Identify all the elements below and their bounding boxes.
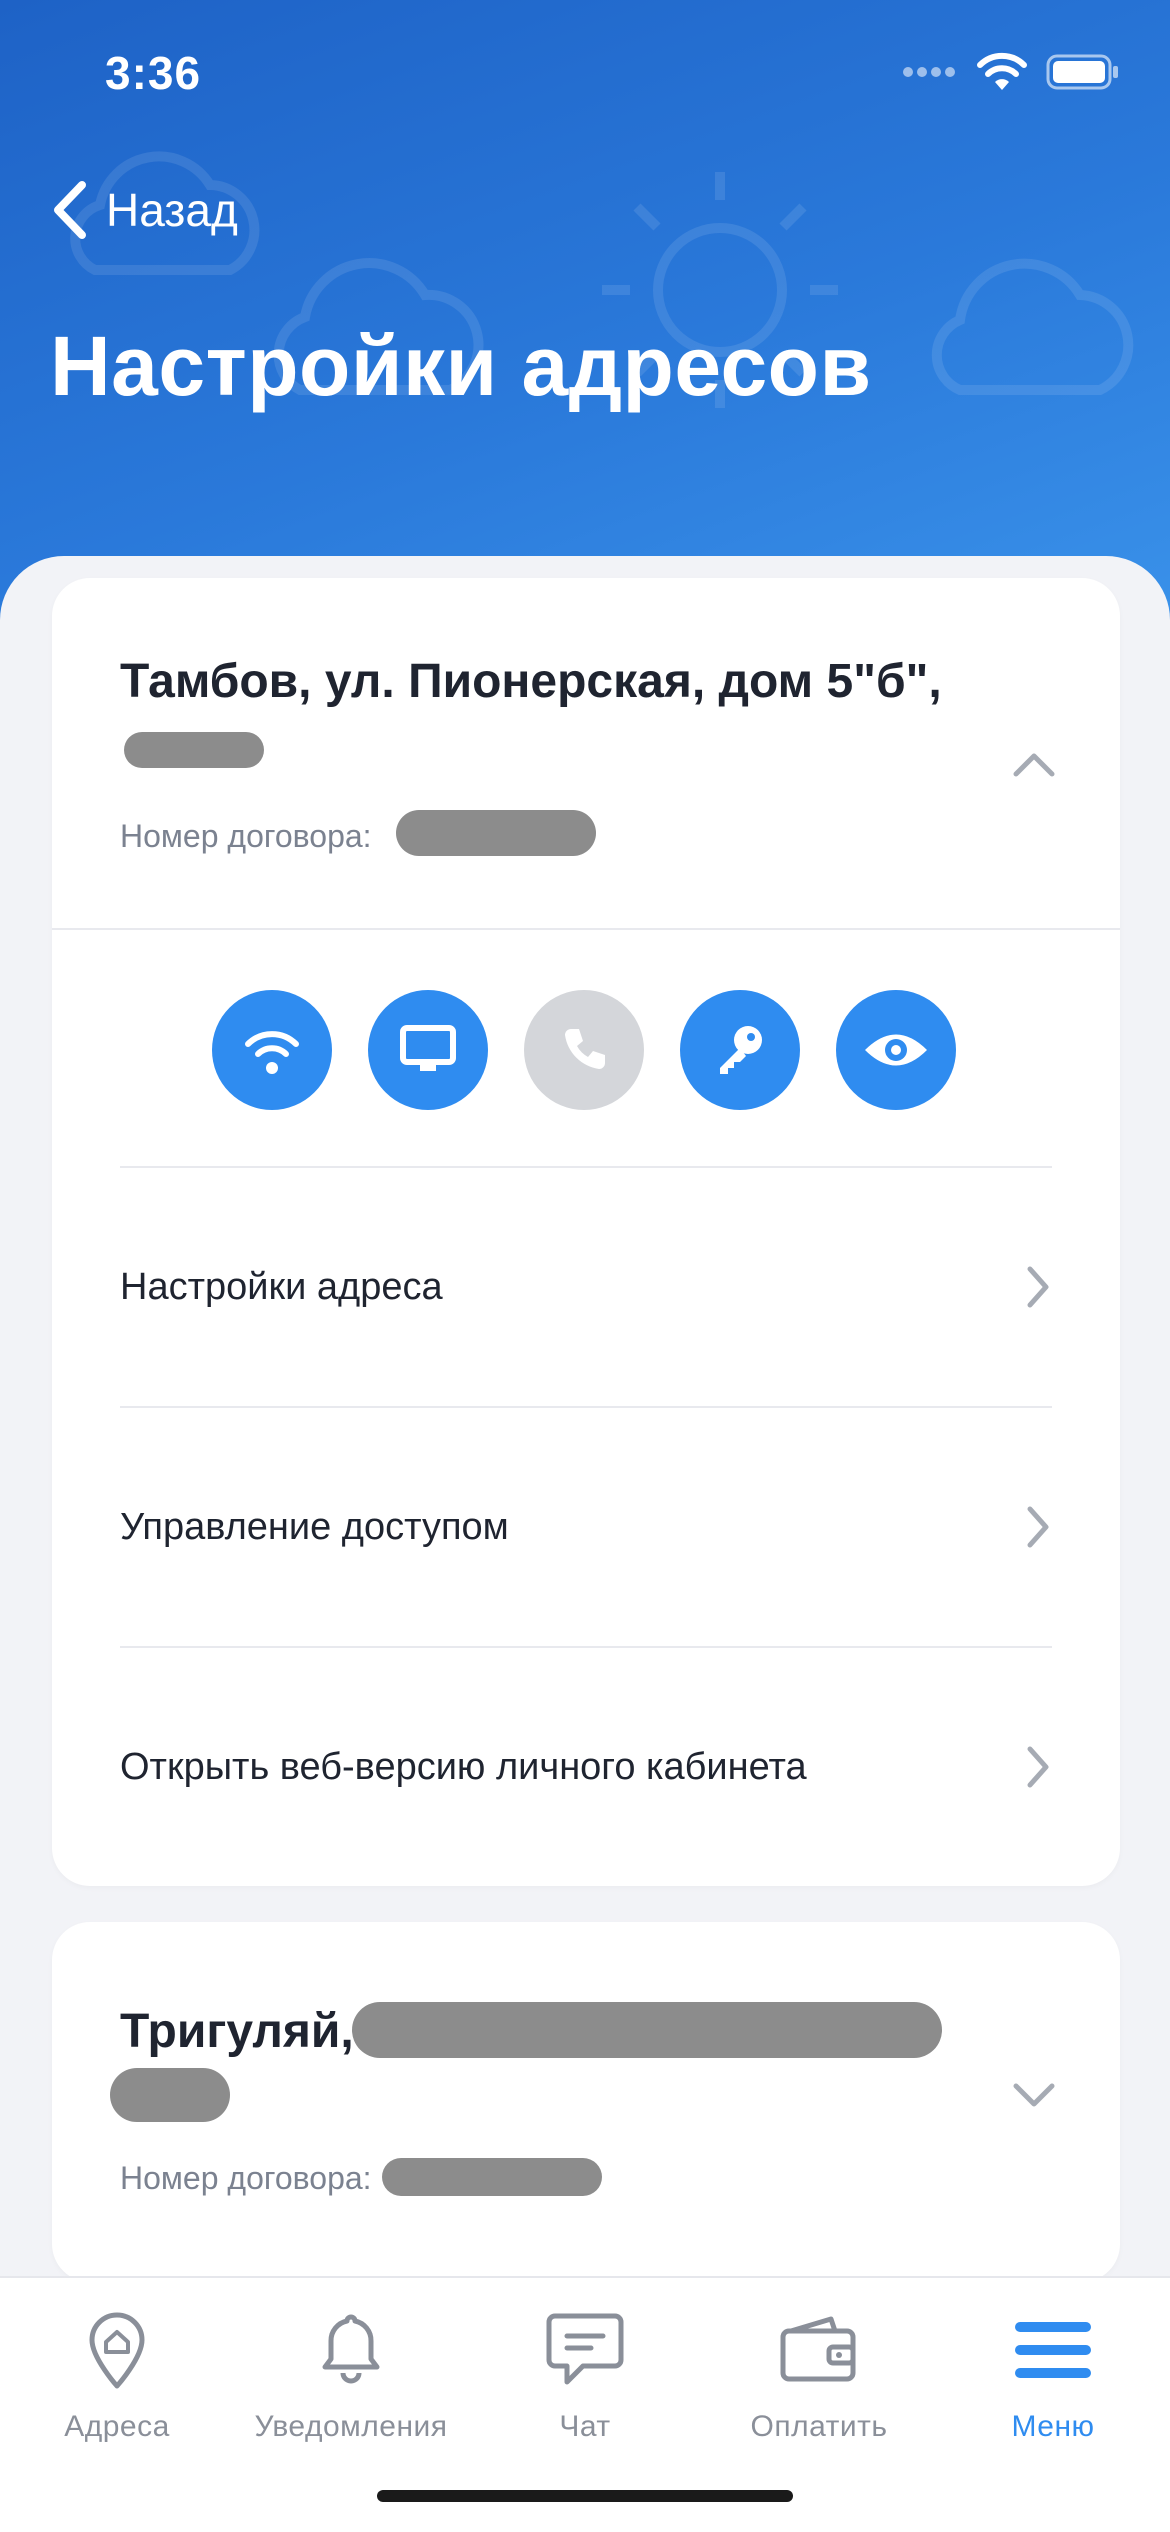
contract-label: Номер договора: (120, 2160, 372, 2196)
status-bar: 3:36 (0, 0, 1170, 150)
status-icons (902, 50, 1120, 94)
header: 3:36 Назад Настройки адресов (0, 0, 1170, 640)
wifi-status-icon (977, 52, 1027, 90)
tab-label: Уведомления (254, 2410, 448, 2443)
wallet-icon (780, 2316, 856, 2382)
address-pin-icon (89, 2312, 145, 2389)
tab-label: Адреса (64, 2410, 170, 2443)
wifi-icon (245, 1031, 299, 1074)
service-icons (212, 990, 956, 1110)
menu-item-label: Открыть веб-версию личного кабинета (120, 1745, 807, 1788)
divider (52, 928, 1120, 930)
menu-item-access-control[interactable]: Управление доступом (120, 1408, 1052, 1646)
address-card: Тамбов, ул. Пионерская, дом 5"б", Номер … (52, 578, 1120, 1886)
chat-icon (546, 2313, 624, 2385)
chevron-right-icon (1027, 1266, 1049, 1308)
bell-icon (322, 2314, 380, 2384)
redacted-text (382, 2158, 602, 2196)
menu-item-label: Управление доступом (120, 1505, 509, 1548)
chevron-right-icon (1027, 1506, 1049, 1548)
service-tv-button[interactable] (368, 990, 488, 1110)
tab-label: Оплатить (750, 2410, 888, 2443)
chevron-left-icon (54, 181, 86, 239)
address-card-header[interactable]: Тамбов, ул. Пионерская, дом 5"б", Номер … (52, 578, 1120, 928)
signal-dots-icon (903, 67, 955, 77)
service-video-button[interactable] (836, 990, 956, 1110)
tab-menu[interactable]: Меню (936, 2304, 1170, 2464)
phone-icon (565, 1029, 605, 1069)
service-phone-button[interactable] (524, 990, 644, 1110)
tab-addresses[interactable]: Адреса (0, 2304, 234, 2464)
tab-label: Меню (1011, 2410, 1095, 2443)
menu-item-label: Настройки адреса (120, 1265, 443, 1308)
redacted-text (110, 2068, 230, 2122)
tab-notifications[interactable]: Уведомления (234, 2304, 468, 2464)
address-title: Тамбов, ул. Пионерская, дом 5"б", (120, 655, 942, 708)
service-internet-button[interactable] (212, 990, 332, 1110)
contract-label: Номер договора: (120, 818, 372, 854)
tab-pay[interactable]: Оплатить (702, 2304, 936, 2464)
tv-icon (400, 1025, 456, 1071)
home-indicator (377, 2490, 793, 2502)
back-button[interactable]: Назад (48, 170, 238, 250)
chevron-right-icon (1027, 1746, 1049, 1788)
service-intercom-button[interactable] (680, 990, 800, 1110)
status-time: 3:36 (105, 47, 202, 99)
tab-chat[interactable]: Чат (468, 2304, 702, 2464)
chevron-up-icon[interactable] (1012, 748, 1056, 778)
redacted-text (396, 810, 596, 856)
battery-icon (1046, 54, 1118, 90)
menu-icon (1015, 2322, 1091, 2378)
redacted-text (124, 732, 264, 768)
address-card[interactable]: Тригуляй, Номер договора: (52, 1922, 1120, 2282)
chevron-down-icon[interactable] (1012, 2082, 1056, 2112)
key-icon (720, 1026, 762, 1074)
redacted-text (352, 2002, 942, 2058)
menu-item-web-version[interactable]: Открыть веб-версию личного кабинета (120, 1648, 1052, 1886)
page-title: Настройки адресов (50, 319, 872, 413)
menu-item-address-settings[interactable]: Настройки адреса (120, 1168, 1052, 1406)
eye-icon (865, 1034, 927, 1066)
tab-label: Чат (559, 2410, 611, 2443)
back-label: Назад (106, 184, 238, 236)
